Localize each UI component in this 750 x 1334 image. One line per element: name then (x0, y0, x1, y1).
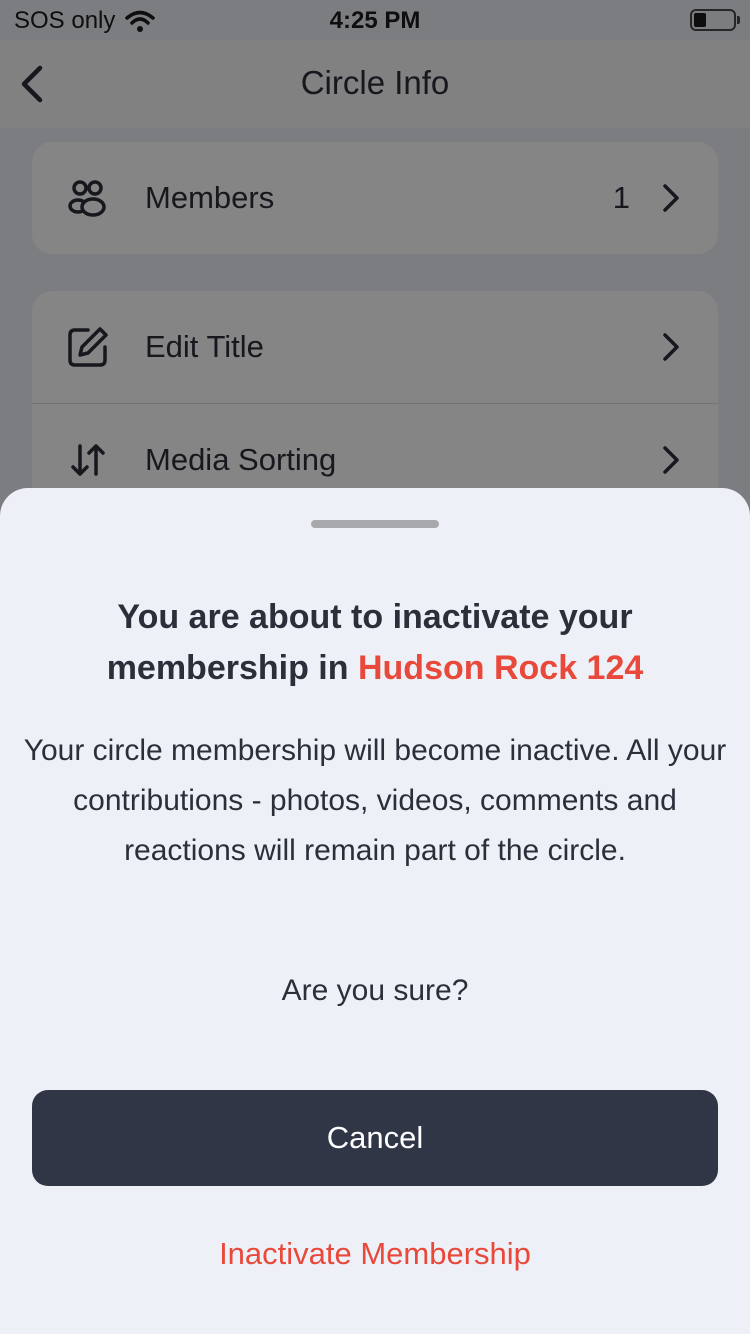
inactivate-bottom-sheet: You are about to inactivate your members… (0, 488, 750, 1334)
sheet-message: Your circle membership will become inact… (23, 734, 727, 867)
screen: SOS only 4:25 PM Circle Info Members 1 E… (0, 0, 750, 1334)
sheet-title: You are about to inactivate your members… (40, 592, 710, 694)
circle-name: Hudson Rock 124 (357, 649, 644, 687)
confirmation-question: Are you sure? (281, 974, 469, 1007)
cancel-button[interactable]: Cancel (32, 1090, 718, 1186)
inactivate-membership-button[interactable]: Inactivate Membership (0, 1236, 750, 1272)
sheet-grabber[interactable] (311, 520, 439, 528)
